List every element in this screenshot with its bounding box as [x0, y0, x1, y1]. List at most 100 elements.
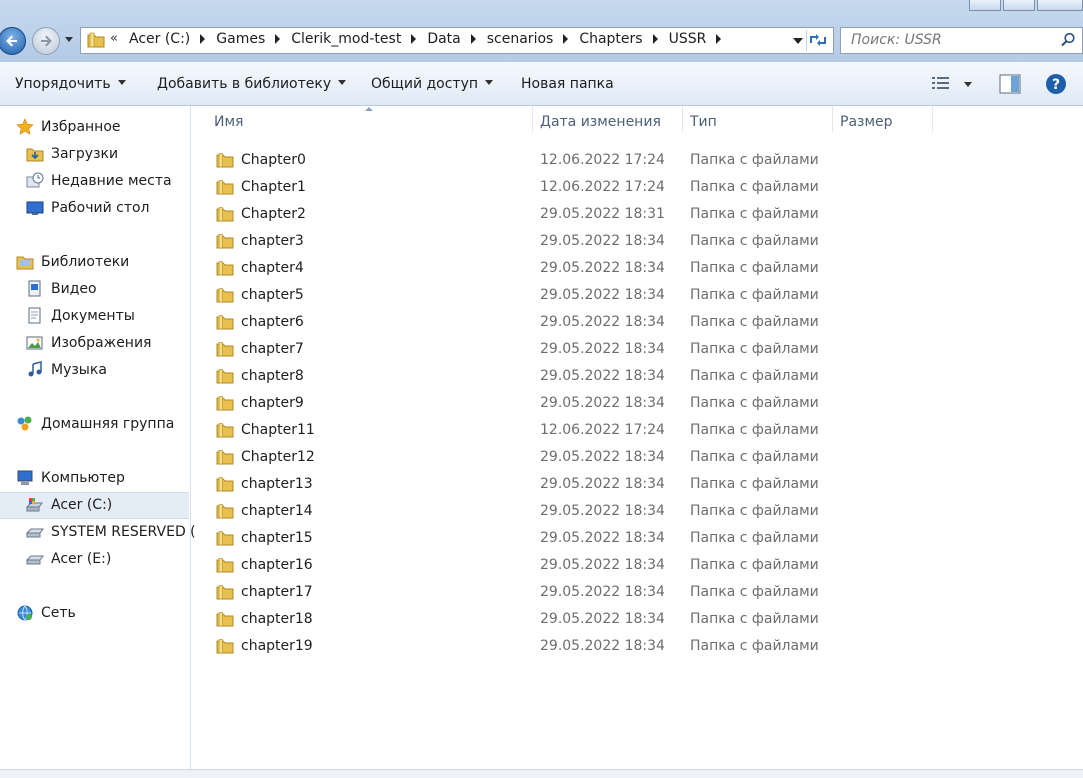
folder-icon	[216, 638, 234, 658]
nav-recent-places[interactable]: Недавние места	[26, 170, 172, 192]
nav-label: Изображения	[51, 335, 152, 351]
breadcrumb-item[interactable]: USSR	[669, 31, 707, 47]
breadcrumb-item[interactable]: Acer (C:)	[129, 31, 190, 47]
maximize-button[interactable]	[1003, 0, 1035, 11]
homegroup-icon	[16, 415, 34, 433]
file-type: Папка с файлами	[690, 206, 819, 222]
nav-music[interactable]: Музыка	[26, 359, 107, 381]
file-date: 29.05.2022 18:34	[540, 584, 665, 600]
breadcrumb-item[interactable]: Clerik_mod-test	[291, 31, 401, 47]
nav-favorites[interactable]: Избранное	[16, 116, 121, 138]
address-history-dropdown-icon[interactable]	[793, 38, 803, 44]
column-header-name[interactable]: Имя	[191, 106, 531, 134]
nav-video[interactable]: Видео	[26, 278, 97, 300]
file-type: Папка с файлами	[690, 179, 819, 195]
breadcrumb-item[interactable]: Chapters	[579, 31, 642, 47]
file-name: chapter4	[241, 260, 304, 276]
view-options-icon[interactable]	[931, 75, 951, 91]
nav-label: Acer (C:)	[51, 497, 113, 513]
column-header-size[interactable]: Размер	[833, 106, 931, 134]
search-icon[interactable]	[1060, 32, 1076, 48]
table-row[interactable]: chapter4 29.05.2022 18:34 Папка с файлами	[191, 254, 1083, 281]
breadcrumb-arrow-icon[interactable]	[470, 34, 476, 44]
table-row[interactable]: chapter7 29.05.2022 18:34 Папка с файлами	[191, 335, 1083, 362]
close-button[interactable]	[1037, 0, 1083, 11]
table-row[interactable]: chapter19 29.05.2022 18:34 Папка с файлами	[191, 632, 1083, 659]
nav-label: Acer (E:)	[51, 551, 112, 567]
table-row[interactable]: chapter13 29.05.2022 18:34 Папка с файлами	[191, 470, 1083, 497]
breadcrumb-arrow-icon[interactable]	[200, 34, 206, 44]
breadcrumb-item[interactable]: Data	[427, 31, 460, 47]
libraries-icon	[16, 253, 34, 271]
file-type: Папка с файлами	[690, 530, 819, 546]
table-row[interactable]: chapter16 29.05.2022 18:34 Папка с файлами	[191, 551, 1083, 578]
file-type: Папка с файлами	[690, 584, 819, 600]
chevron-down-icon	[338, 80, 347, 85]
breadcrumb-arrow-icon[interactable]	[411, 34, 417, 44]
table-row[interactable]: Chapter1 12.06.2022 17:24 Папка с файлами	[191, 173, 1083, 200]
table-row[interactable]: chapter18 29.05.2022 18:34 Папка с файлами	[191, 605, 1083, 632]
column-header-type[interactable]: Тип	[683, 106, 831, 134]
minimize-button[interactable]	[969, 0, 1001, 11]
help-icon[interactable]: ?	[1045, 73, 1067, 95]
video-library-icon	[26, 280, 44, 298]
new-folder-button[interactable]: Новая папка	[521, 76, 614, 92]
forward-button[interactable]	[32, 27, 60, 55]
nav-homegroup[interactable]: Домашняя группа	[16, 413, 174, 435]
organize-label: Упорядочить	[15, 76, 111, 92]
file-date: 29.05.2022 18:34	[540, 638, 665, 654]
share-menu[interactable]: Общий доступ	[371, 76, 494, 92]
file-name: Chapter11	[241, 422, 315, 438]
nav-label: Избранное	[41, 119, 121, 135]
back-button[interactable]	[0, 27, 26, 55]
table-row[interactable]: Chapter2 29.05.2022 18:31 Папка с файлами	[191, 200, 1083, 227]
file-name: chapter13	[241, 476, 313, 492]
table-row[interactable]: Chapter0 12.06.2022 17:24 Папка с файлами	[191, 146, 1083, 173]
refresh-button[interactable]	[806, 30, 831, 51]
nav-documents[interactable]: Документы	[26, 305, 135, 327]
breadcrumb-overflow-icon[interactable]: «	[110, 31, 118, 46]
file-name: chapter6	[241, 314, 304, 330]
drive-icon	[25, 550, 44, 568]
breadcrumb-item[interactable]: Games	[216, 31, 265, 47]
organize-menu[interactable]: Упорядочить	[15, 76, 126, 92]
table-row[interactable]: chapter14 29.05.2022 18:34 Папка с файлами	[191, 497, 1083, 524]
column-divider[interactable]	[932, 106, 933, 132]
folder-icon	[216, 449, 234, 469]
search-input[interactable]: Поиск: USSR	[840, 27, 1083, 54]
preview-pane-icon[interactable]	[999, 74, 1021, 94]
nav-desktop[interactable]: Рабочий стол	[26, 197, 150, 219]
folder-icon	[216, 530, 234, 550]
nav-downloads[interactable]: Загрузки	[26, 143, 118, 165]
table-row[interactable]: chapter5 29.05.2022 18:34 Папка с файлами	[191, 281, 1083, 308]
breadcrumb-arrow-icon[interactable]	[563, 34, 569, 44]
table-row[interactable]: chapter17 29.05.2022 18:34 Папка с файлами	[191, 578, 1083, 605]
table-row[interactable]: chapter8 29.05.2022 18:34 Папка с файлами	[191, 362, 1083, 389]
recent-pages-dropdown-icon[interactable]	[64, 36, 74, 44]
breadcrumb-arrow-icon[interactable]	[716, 34, 722, 44]
file-date: 29.05.2022 18:34	[540, 611, 665, 627]
nav-network[interactable]: Сеть	[16, 602, 76, 624]
nav-system-reserved[interactable]: SYSTEM RESERVED (	[25, 521, 196, 543]
nav-computer[interactable]: Компьютер	[16, 467, 125, 489]
column-header-date[interactable]: Дата изменения	[533, 106, 681, 134]
address-bar[interactable]: « Acer (C:) Games Clerik_mod-test Data s…	[80, 27, 834, 54]
table-row[interactable]: chapter15 29.05.2022 18:34 Папка с файлами	[191, 524, 1083, 551]
table-row[interactable]: chapter9 29.05.2022 18:34 Папка с файлами	[191, 389, 1083, 416]
nav-images[interactable]: Изображения	[26, 332, 151, 354]
folder-icon	[216, 584, 234, 604]
table-row[interactable]: chapter3 29.05.2022 18:34 Папка с файлами	[191, 227, 1083, 254]
nav-libraries[interactable]: Библиотеки	[16, 251, 129, 273]
nav-drive-c[interactable]: Acer (C:)	[25, 494, 113, 516]
table-row[interactable]: chapter6 29.05.2022 18:34 Папка с файлами	[191, 308, 1083, 335]
breadcrumb-arrow-icon[interactable]	[275, 34, 281, 44]
view-dropdown-icon[interactable]	[963, 82, 973, 88]
nav-label: Компьютер	[41, 470, 125, 486]
breadcrumb-arrow-icon[interactable]	[652, 34, 658, 44]
table-row[interactable]: Chapter11 12.06.2022 17:24 Папка с файлами	[191, 416, 1083, 443]
add-to-library-menu[interactable]: Добавить в библиотеку	[157, 76, 347, 92]
table-row[interactable]: Chapter12 29.05.2022 18:34 Папка с файлами	[191, 443, 1083, 470]
nav-drive-e[interactable]: Acer (E:)	[25, 548, 112, 570]
file-date: 12.06.2022 17:24	[540, 422, 665, 438]
breadcrumb-item[interactable]: scenarios	[487, 31, 554, 47]
